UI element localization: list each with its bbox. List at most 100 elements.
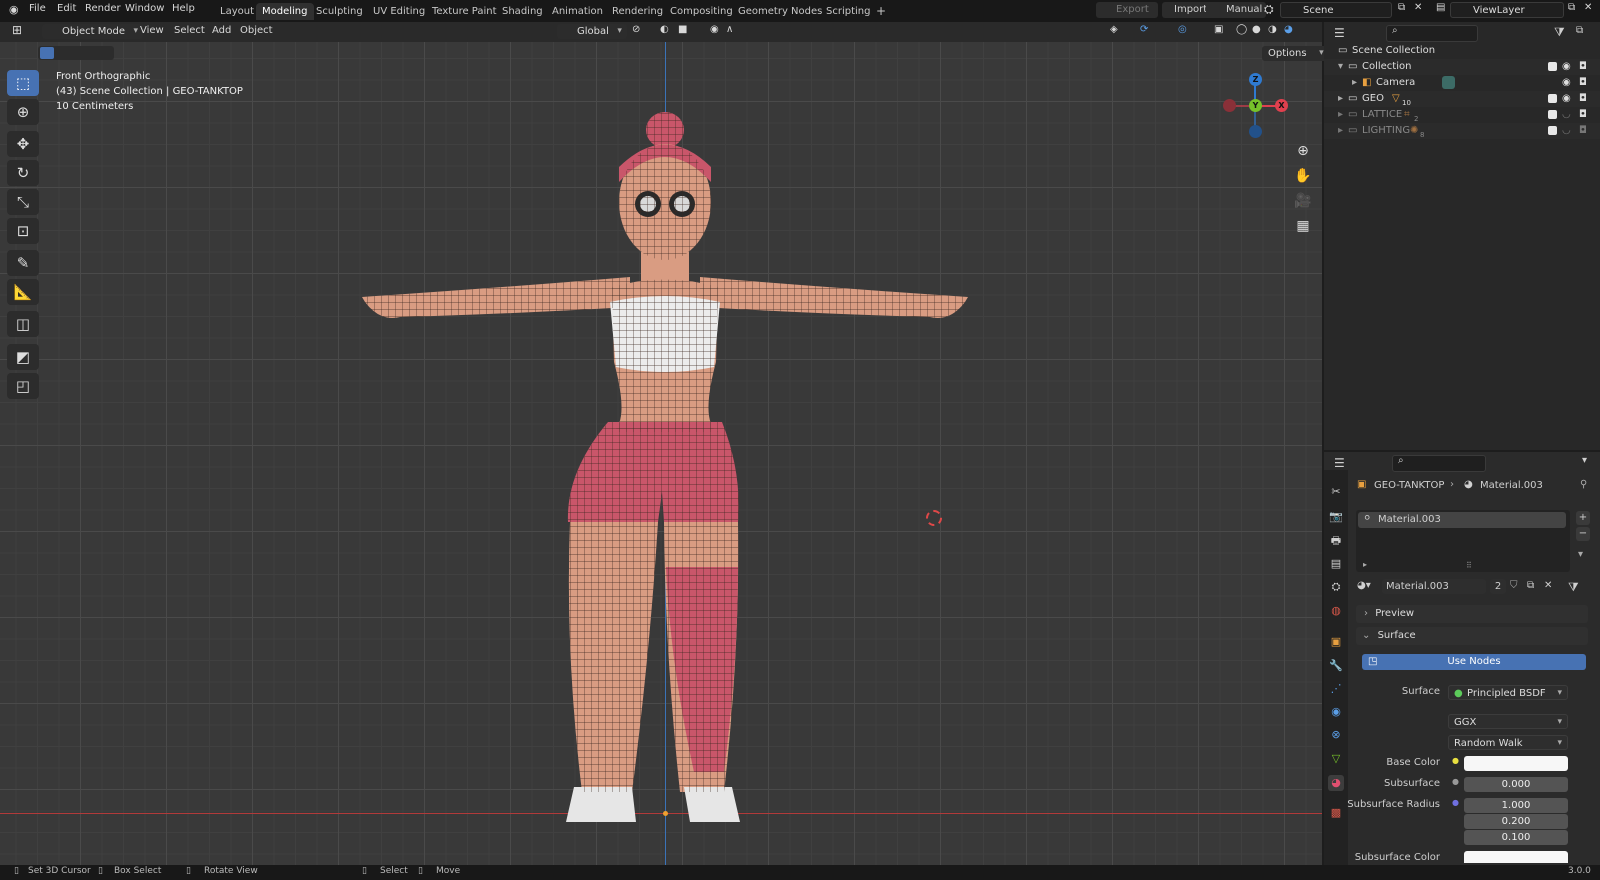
expand-icon[interactable]: ▸ xyxy=(1338,107,1343,123)
visibility-eye-icon[interactable]: ◉ xyxy=(1562,91,1571,107)
add-cube-tool-icon[interactable]: ◫ xyxy=(7,311,39,337)
material-name-field[interactable]: Material.003 xyxy=(1382,579,1486,594)
measure-tool-icon[interactable]: 📐 xyxy=(7,279,39,305)
scene-tab-icon[interactable]: ⛭ xyxy=(1328,579,1344,595)
gizmo-neg-x-axis[interactable] xyxy=(1223,99,1236,112)
menu-edit[interactable]: Edit xyxy=(57,3,76,14)
render-camera-icon[interactable]: ◘ xyxy=(1579,123,1587,139)
wireframe-shading-icon[interactable]: ◯ xyxy=(1236,24,1247,35)
options-dropdown[interactable]: Options xyxy=(1262,46,1329,61)
user-count-button[interactable]: 2 xyxy=(1490,579,1506,594)
exclude-checkbox[interactable] xyxy=(1548,94,1557,103)
modifier-tab-icon[interactable]: 🔧 xyxy=(1328,658,1344,674)
outliner-row-geo[interactable]: ▸ ▭ GEO ▽ 10 ◉ ◘ xyxy=(1324,91,1600,107)
add-workspace-icon[interactable]: + xyxy=(870,3,892,20)
hidden-eye-icon[interactable]: ◡ xyxy=(1562,123,1571,139)
overlay-toggle-icon[interactable]: ◎ xyxy=(1178,24,1187,35)
visibility-eye-icon[interactable]: ◉ xyxy=(1562,75,1571,91)
outliner-row-collection[interactable]: ▾ ▭ Collection ◉ ◘ xyxy=(1324,59,1600,75)
expand-slots-icon[interactable]: ▸ xyxy=(1363,560,1367,569)
expand-icon[interactable]: ▾ xyxy=(1338,59,1343,75)
tab-animation[interactable]: Animation xyxy=(546,3,609,20)
solid-shading-icon[interactable]: ● xyxy=(1252,24,1261,35)
visibility-icon[interactable]: ◈ xyxy=(1110,24,1118,35)
panel-options-icon[interactable]: ▾ xyxy=(1582,455,1587,466)
gizmo-z-axis[interactable]: Z xyxy=(1249,73,1262,86)
outliner-search-input[interactable] xyxy=(1386,25,1478,42)
material-slot-row[interactable]: ⚪ Material.003 xyxy=(1358,512,1566,528)
view-layer-icon[interactable]: ▤ xyxy=(1436,2,1445,13)
material-tab-icon[interactable]: ◕ xyxy=(1328,775,1344,791)
gizmo-neg-z-axis[interactable] xyxy=(1249,125,1262,138)
add-slot-button[interactable]: + xyxy=(1576,511,1590,525)
tab-sculpting[interactable]: Sculpting xyxy=(310,3,369,20)
new-collection-icon[interactable]: ⧉ xyxy=(1576,25,1583,36)
tab-rendering[interactable]: Rendering xyxy=(606,3,669,20)
properties-editor-icon[interactable]: ☰ xyxy=(1334,456,1345,470)
bevel-tool-icon[interactable]: ◰ xyxy=(7,373,39,399)
menu-window[interactable]: Window xyxy=(125,3,164,14)
outliner-row-lighting[interactable]: ▸ ▭ LIGHTING ✺ 8 ◡ ◘ xyxy=(1324,123,1600,139)
preview-section[interactable]: › Preview xyxy=(1356,605,1588,623)
expand-icon[interactable]: ▸ xyxy=(1338,123,1343,139)
tab-uv-editing[interactable]: UV Editing xyxy=(367,3,431,20)
exclude-checkbox[interactable] xyxy=(1548,126,1557,135)
rotate-tool-icon[interactable]: ↻ xyxy=(7,160,39,186)
gizmo-toggle-icon[interactable]: ⟳ xyxy=(1140,24,1148,35)
subsurface-field[interactable]: 0.000 xyxy=(1464,777,1568,792)
base-color-swatch[interactable] xyxy=(1464,756,1568,771)
new-view-layer-icon[interactable]: ⧉ xyxy=(1568,2,1575,13)
transform-orientation-dropdown[interactable]: Global xyxy=(557,24,627,39)
distribution-dropdown[interactable]: GGX xyxy=(1448,714,1568,730)
pivot-icon[interactable]: ⊘ xyxy=(632,24,640,35)
exclude-checkbox[interactable] xyxy=(1548,110,1557,119)
snap-target-icon[interactable]: ■ xyxy=(678,24,687,35)
menu-help[interactable]: Help xyxy=(172,3,195,14)
radius-z-field[interactable]: 0.100 xyxy=(1464,830,1568,845)
outliner-row-scene-collection[interactable]: ▭ Scene Collection xyxy=(1324,43,1600,59)
properties-search-input[interactable] xyxy=(1392,455,1486,472)
duplicate-material-icon[interactable]: ⧉ xyxy=(1527,580,1534,591)
view-layer-tab-icon[interactable]: ▤ xyxy=(1328,556,1344,572)
remove-slot-button[interactable]: − xyxy=(1576,527,1590,541)
link-filter-icon[interactable]: ⧩ xyxy=(1568,580,1579,595)
unlink-material-icon[interactable]: ✕ xyxy=(1544,580,1552,591)
radius-x-field[interactable]: 1.000 xyxy=(1464,798,1568,813)
subsurface-method-dropdown[interactable]: Random Walk xyxy=(1448,735,1568,751)
menu-render[interactable]: Render xyxy=(85,3,121,14)
tab-texture-paint[interactable]: Texture Paint xyxy=(426,3,503,20)
blender-logo-icon[interactable]: ◉ xyxy=(9,3,19,16)
render-camera-icon[interactable]: ◘ xyxy=(1579,107,1587,123)
mode-dropdown[interactable]: Object Mode xyxy=(42,24,143,39)
transform-tool-icon[interactable]: ⊡ xyxy=(7,218,39,244)
annotate-tool-icon[interactable]: ✎ xyxy=(7,250,39,276)
resize-handle-icon[interactable]: ⠿ xyxy=(1466,561,1472,570)
subsurface-color-swatch[interactable] xyxy=(1464,851,1568,863)
radius-y-field[interactable]: 0.200 xyxy=(1464,814,1568,829)
material-browse-icon[interactable]: ◕▾ xyxy=(1357,580,1371,591)
slot-menu-icon[interactable]: ▾ xyxy=(1578,549,1583,560)
new-scene-icon[interactable]: ⧉ xyxy=(1398,2,1405,13)
3d-cursor-icon[interactable] xyxy=(926,510,942,526)
export-button[interactable]: Export xyxy=(1096,2,1158,18)
filter-icon[interactable]: ⧩ xyxy=(1554,25,1565,40)
use-nodes-button[interactable]: ◳ Use Nodes xyxy=(1362,654,1586,670)
view-layer-field[interactable]: ViewLayer xyxy=(1450,2,1564,18)
tab-modeling[interactable]: Modeling xyxy=(256,3,314,20)
tab-scripting[interactable]: Scripting xyxy=(820,3,876,20)
surface-shader-dropdown[interactable]: ● Principled BSDF xyxy=(1448,685,1568,701)
data-tab-icon[interactable]: ▽ xyxy=(1328,751,1344,767)
proportional-edit-icon[interactable]: ◉ xyxy=(710,24,719,35)
zoom-icon[interactable]: ⊕ xyxy=(1293,141,1313,161)
scene-icon[interactable]: ⛭ xyxy=(1264,2,1274,17)
camera-data-icon[interactable] xyxy=(1442,76,1455,89)
surface-section[interactable]: ⌄ Surface xyxy=(1356,627,1588,645)
move-tool-icon[interactable]: ✥ xyxy=(7,131,39,157)
3d-viewport[interactable] xyxy=(0,22,1322,865)
scene-field[interactable]: Scene xyxy=(1280,2,1392,18)
select-new-icon[interactable] xyxy=(40,47,54,59)
menu-object[interactable]: Object xyxy=(240,25,273,36)
constraints-tab-icon[interactable]: ⊗ xyxy=(1328,727,1344,743)
expand-icon[interactable]: ▸ xyxy=(1338,91,1343,107)
render-tab-icon[interactable]: 📷 xyxy=(1328,509,1344,525)
